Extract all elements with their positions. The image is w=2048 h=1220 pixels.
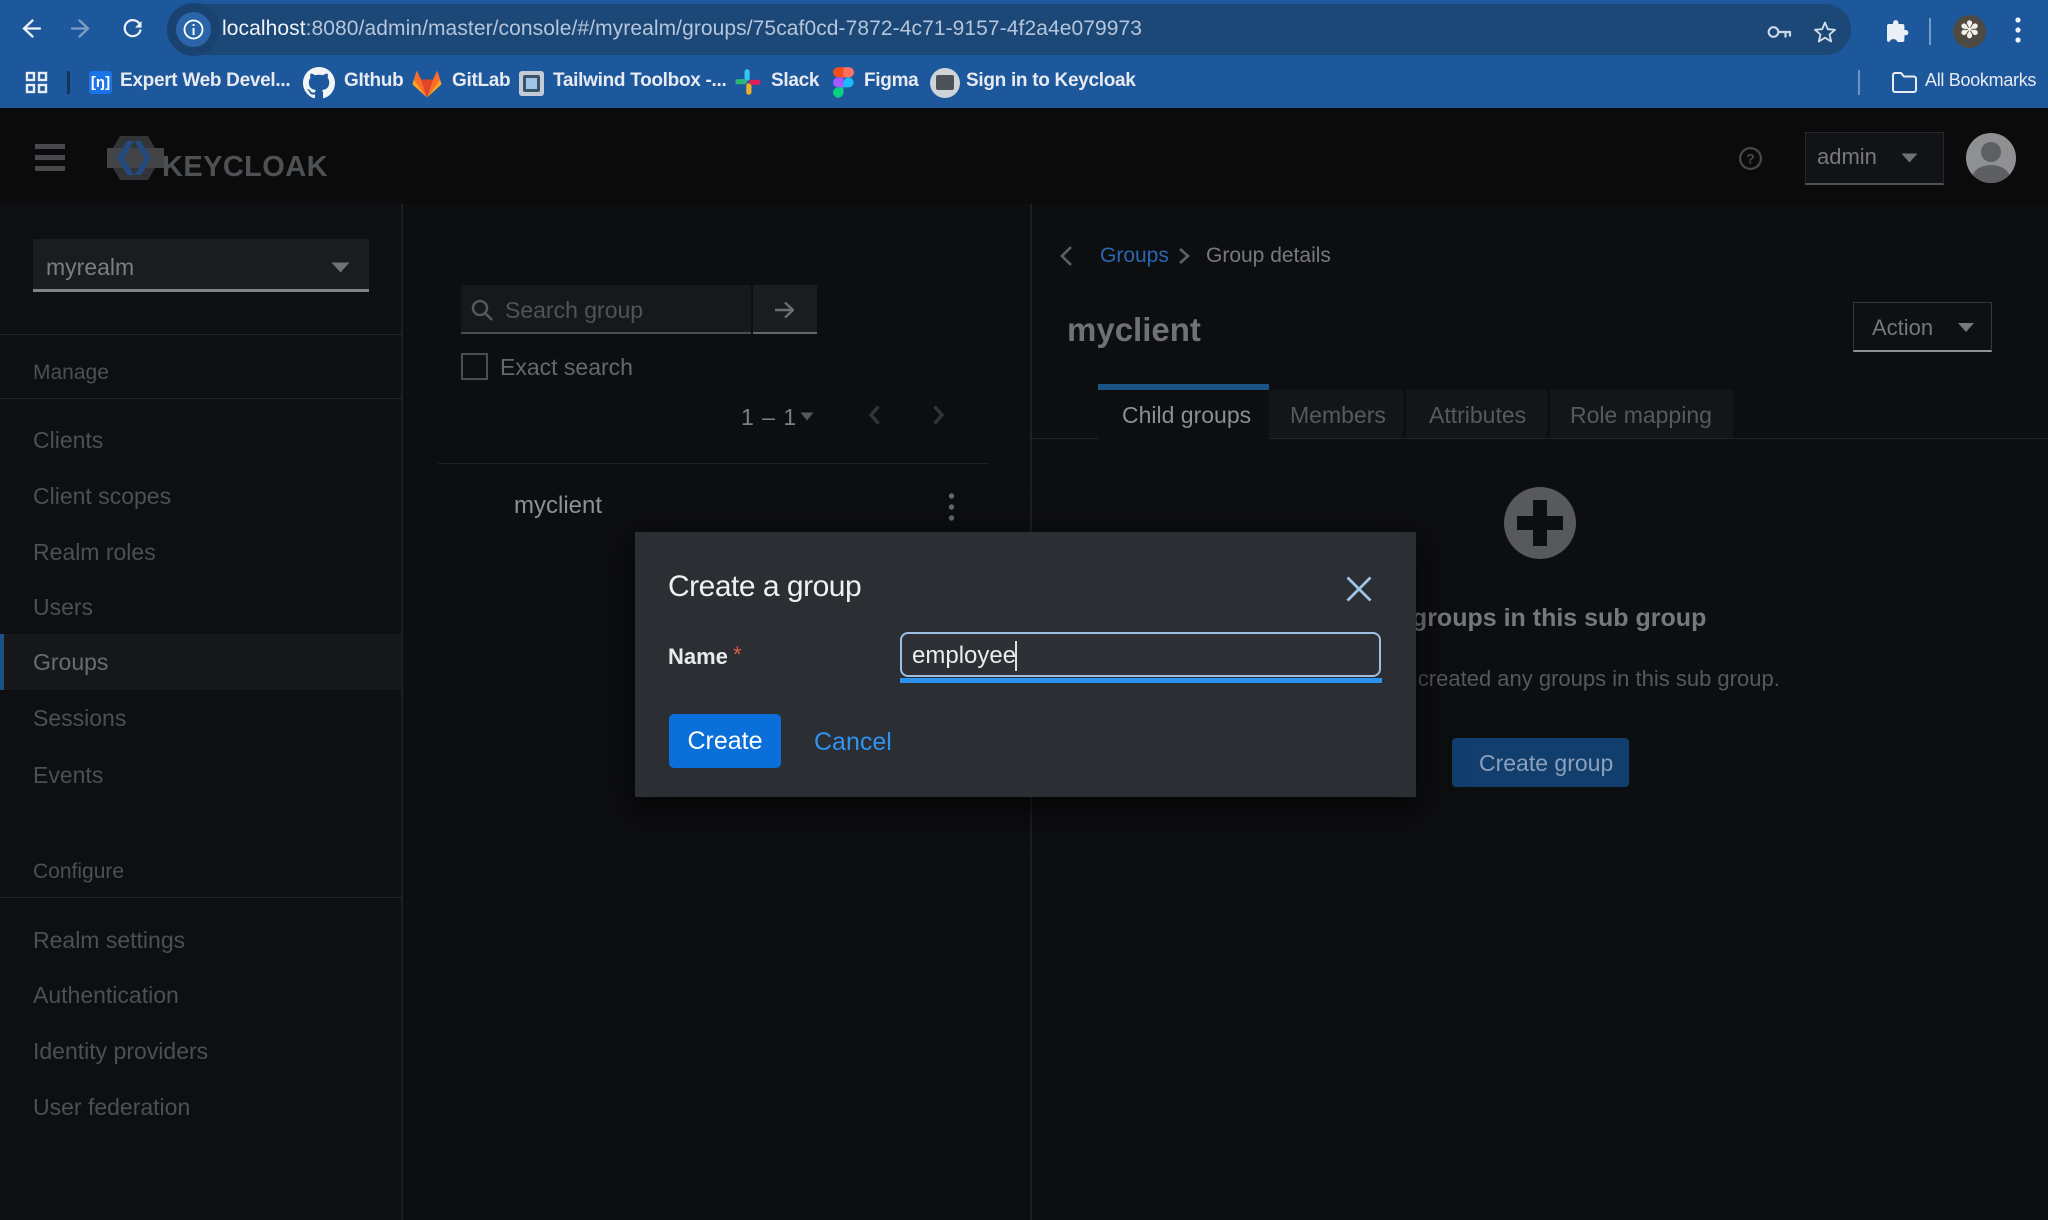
svg-text:?: ?	[1746, 151, 1755, 167]
